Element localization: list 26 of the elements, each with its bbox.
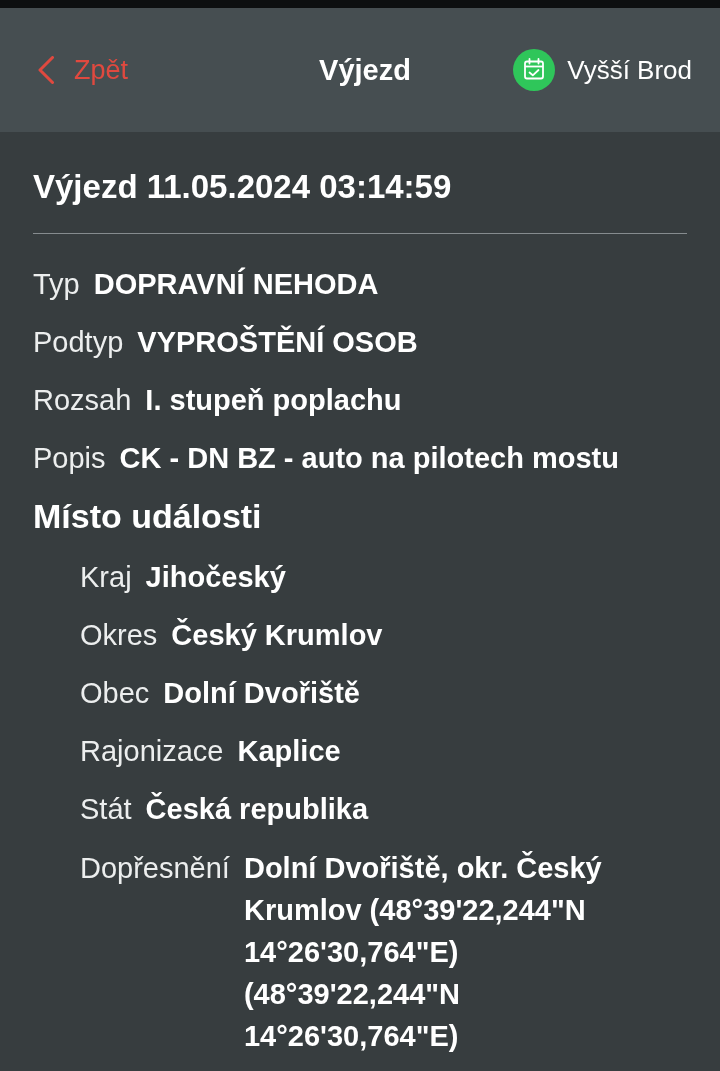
screen-title: Výjezd	[319, 53, 411, 87]
field-value: DOPRAVNÍ NEHODA	[93, 267, 379, 301]
field-label: Typ	[33, 267, 80, 301]
field-label: Stát	[80, 792, 132, 826]
field-value: Jihočeský	[145, 560, 286, 594]
field-label: Dopřesnění	[80, 851, 230, 886]
field-value: Dolní Dvořiště, okr. Český Krumlov (48°39'22,244"N 14°26'30,764"E) (48°39'22,244"N 14°26'30,764"E)	[243, 850, 603, 1054]
calendar-check-icon	[513, 49, 556, 91]
field-label: Popis	[33, 441, 106, 475]
field-value: Český Krumlov	[171, 618, 383, 652]
field-label: Okres	[80, 618, 158, 652]
field-label: Podtyp	[33, 325, 124, 359]
field-value: Dolní Dvořiště	[163, 676, 360, 710]
station-button[interactable]: Vyšší Brod	[513, 49, 692, 91]
event-title: Výjezd 11.05.2024 03:14:59	[33, 168, 453, 206]
field-label: Obec	[80, 676, 150, 710]
field-label: Rozsah	[33, 383, 132, 417]
field-value: CK - DN BZ - auto na pilotech mostu	[119, 441, 619, 475]
chevron-left-icon	[38, 56, 54, 84]
field-label: Kraj	[80, 560, 132, 594]
field-value: I. stupeň poplachu	[145, 383, 402, 417]
field-label: Rajonizace	[80, 734, 224, 768]
section-heading: Místo události	[33, 496, 262, 536]
field-value: VYPROŠTĚNÍ OSOB	[137, 325, 418, 359]
field-value: Kaplice	[237, 734, 341, 768]
field-value: Česká republika	[145, 792, 369, 826]
